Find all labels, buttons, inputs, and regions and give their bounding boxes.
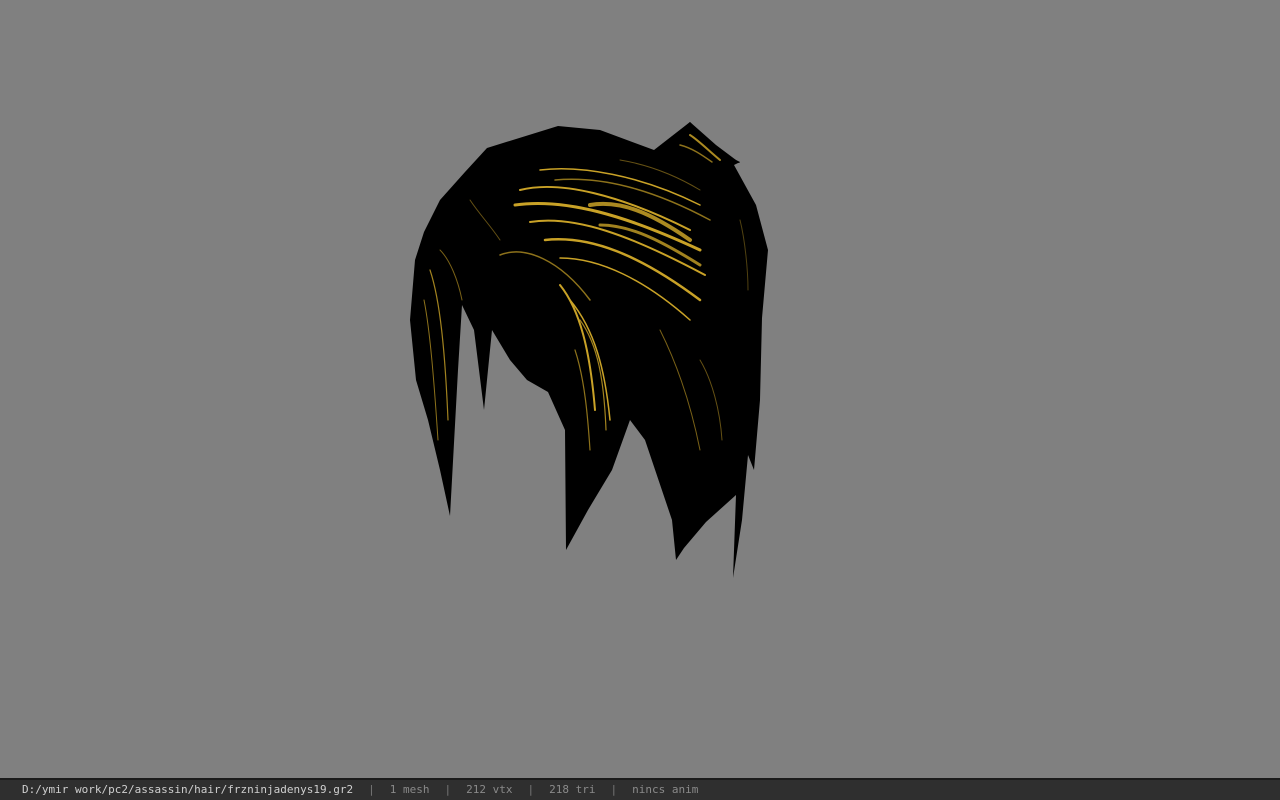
separator: | — [444, 783, 452, 796]
file-path: D:/ymir work/pc2/assassin/hair/frzninjad… — [22, 783, 354, 796]
3d-viewport[interactable] — [0, 0, 1280, 778]
triangle-count: 218 tri — [549, 783, 596, 796]
separator: | — [368, 783, 375, 796]
animation-status: nincs anim — [632, 783, 699, 796]
hair-model — [410, 122, 768, 578]
hair-mesh — [410, 122, 768, 578]
status-bar: D:/ymir work/pc2/assassin/hair/frzninjad… — [0, 778, 1280, 800]
vertex-count: 212 vtx — [466, 783, 513, 796]
separator: | — [527, 783, 535, 796]
separator: | — [610, 783, 618, 796]
mesh-count: 1 mesh — [389, 783, 430, 796]
